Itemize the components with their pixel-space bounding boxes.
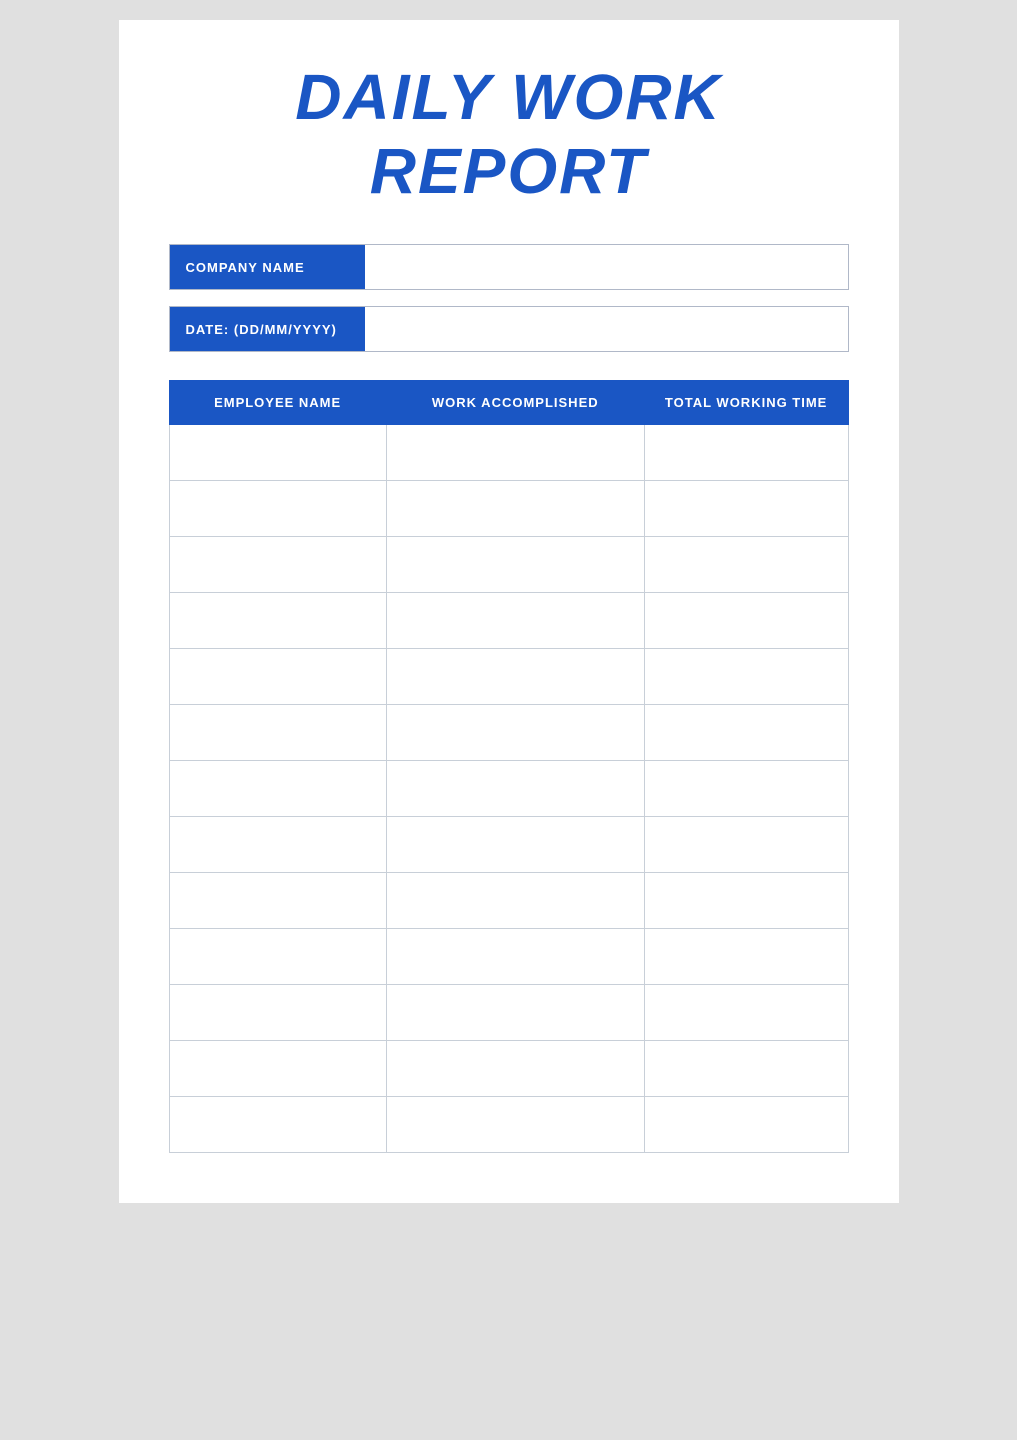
work-accomplished-cell[interactable] bbox=[386, 761, 644, 817]
employee-name-cell[interactable] bbox=[169, 705, 386, 761]
table-row bbox=[169, 705, 848, 761]
work-report-table: EMPLOYEE NAME WORK ACCOMPLISHED TOTAL WO… bbox=[169, 380, 849, 1153]
info-section: COMPANY NAME DATE: (DD/MM/YYYY) bbox=[169, 244, 849, 352]
table-row bbox=[169, 817, 848, 873]
date-label: DATE: (DD/MM/YYYY) bbox=[170, 307, 365, 351]
total-working-time-cell[interactable] bbox=[644, 1041, 848, 1097]
table-row bbox=[169, 1097, 848, 1153]
employee-name-cell[interactable] bbox=[169, 481, 386, 537]
total-working-time-cell[interactable] bbox=[644, 873, 848, 929]
table-row bbox=[169, 649, 848, 705]
total-working-time-cell[interactable] bbox=[644, 761, 848, 817]
table-row bbox=[169, 985, 848, 1041]
employee-name-cell[interactable] bbox=[169, 649, 386, 705]
work-accomplished-cell[interactable] bbox=[386, 929, 644, 985]
total-working-time-cell[interactable] bbox=[644, 537, 848, 593]
total-working-time-cell[interactable] bbox=[644, 593, 848, 649]
company-name-row: COMPANY NAME bbox=[169, 244, 849, 290]
table-row bbox=[169, 537, 848, 593]
work-accomplished-cell[interactable] bbox=[386, 481, 644, 537]
total-working-time-header: TOTAL WORKING TIME bbox=[644, 381, 848, 425]
table-row bbox=[169, 873, 848, 929]
table-row bbox=[169, 593, 848, 649]
table-header-row: EMPLOYEE NAME WORK ACCOMPLISHED TOTAL WO… bbox=[169, 381, 848, 425]
work-accomplished-cell[interactable] bbox=[386, 817, 644, 873]
work-accomplished-cell[interactable] bbox=[386, 1041, 644, 1097]
work-accomplished-cell[interactable] bbox=[386, 425, 644, 481]
table-row bbox=[169, 425, 848, 481]
employee-name-cell[interactable] bbox=[169, 761, 386, 817]
total-working-time-cell[interactable] bbox=[644, 425, 848, 481]
employee-name-cell[interactable] bbox=[169, 873, 386, 929]
employee-name-cell[interactable] bbox=[169, 1041, 386, 1097]
employee-name-header: EMPLOYEE NAME bbox=[169, 381, 386, 425]
work-accomplished-cell[interactable] bbox=[386, 873, 644, 929]
employee-name-cell[interactable] bbox=[169, 985, 386, 1041]
work-accomplished-cell[interactable] bbox=[386, 593, 644, 649]
total-working-time-cell[interactable] bbox=[644, 817, 848, 873]
employee-name-cell[interactable] bbox=[169, 425, 386, 481]
table-row bbox=[169, 481, 848, 537]
total-working-time-cell[interactable] bbox=[644, 705, 848, 761]
date-value[interactable] bbox=[365, 307, 848, 351]
date-row: DATE: (DD/MM/YYYY) bbox=[169, 306, 849, 352]
work-accomplished-cell[interactable] bbox=[386, 1097, 644, 1153]
work-accomplished-cell[interactable] bbox=[386, 705, 644, 761]
total-working-time-cell[interactable] bbox=[644, 929, 848, 985]
company-name-label: COMPANY NAME bbox=[170, 245, 365, 289]
page-title: DAILY WORK REPORT bbox=[169, 60, 849, 208]
total-working-time-cell[interactable] bbox=[644, 985, 848, 1041]
employee-name-cell[interactable] bbox=[169, 593, 386, 649]
report-page: DAILY WORK REPORT COMPANY NAME DATE: (DD… bbox=[119, 20, 899, 1203]
total-working-time-cell[interactable] bbox=[644, 1097, 848, 1153]
table-row bbox=[169, 761, 848, 817]
table-row bbox=[169, 929, 848, 985]
table-row bbox=[169, 1041, 848, 1097]
work-accomplished-cell[interactable] bbox=[386, 649, 644, 705]
employee-name-cell[interactable] bbox=[169, 1097, 386, 1153]
employee-name-cell[interactable] bbox=[169, 817, 386, 873]
total-working-time-cell[interactable] bbox=[644, 481, 848, 537]
company-name-value[interactable] bbox=[365, 245, 848, 289]
work-accomplished-cell[interactable] bbox=[386, 537, 644, 593]
work-accomplished-cell[interactable] bbox=[386, 985, 644, 1041]
total-working-time-cell[interactable] bbox=[644, 649, 848, 705]
employee-name-cell[interactable] bbox=[169, 537, 386, 593]
work-accomplished-header: WORK ACCOMPLISHED bbox=[386, 381, 644, 425]
employee-name-cell[interactable] bbox=[169, 929, 386, 985]
